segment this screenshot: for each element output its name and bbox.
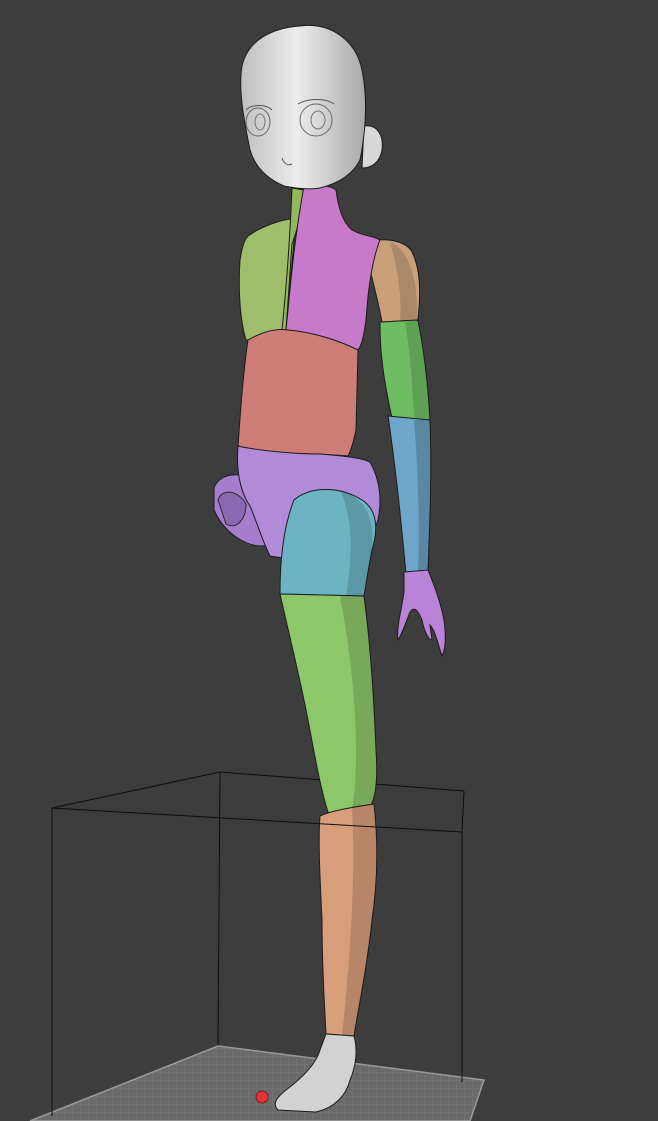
- part-head[interactable]: [240, 24, 367, 190]
- 3d-viewport[interactable]: [0, 0, 658, 1121]
- origin-marker[interactable]: [255, 1090, 269, 1104]
- part-waist[interactable]: [237, 329, 359, 457]
- viewport-scene[interactable]: [0, 0, 658, 1121]
